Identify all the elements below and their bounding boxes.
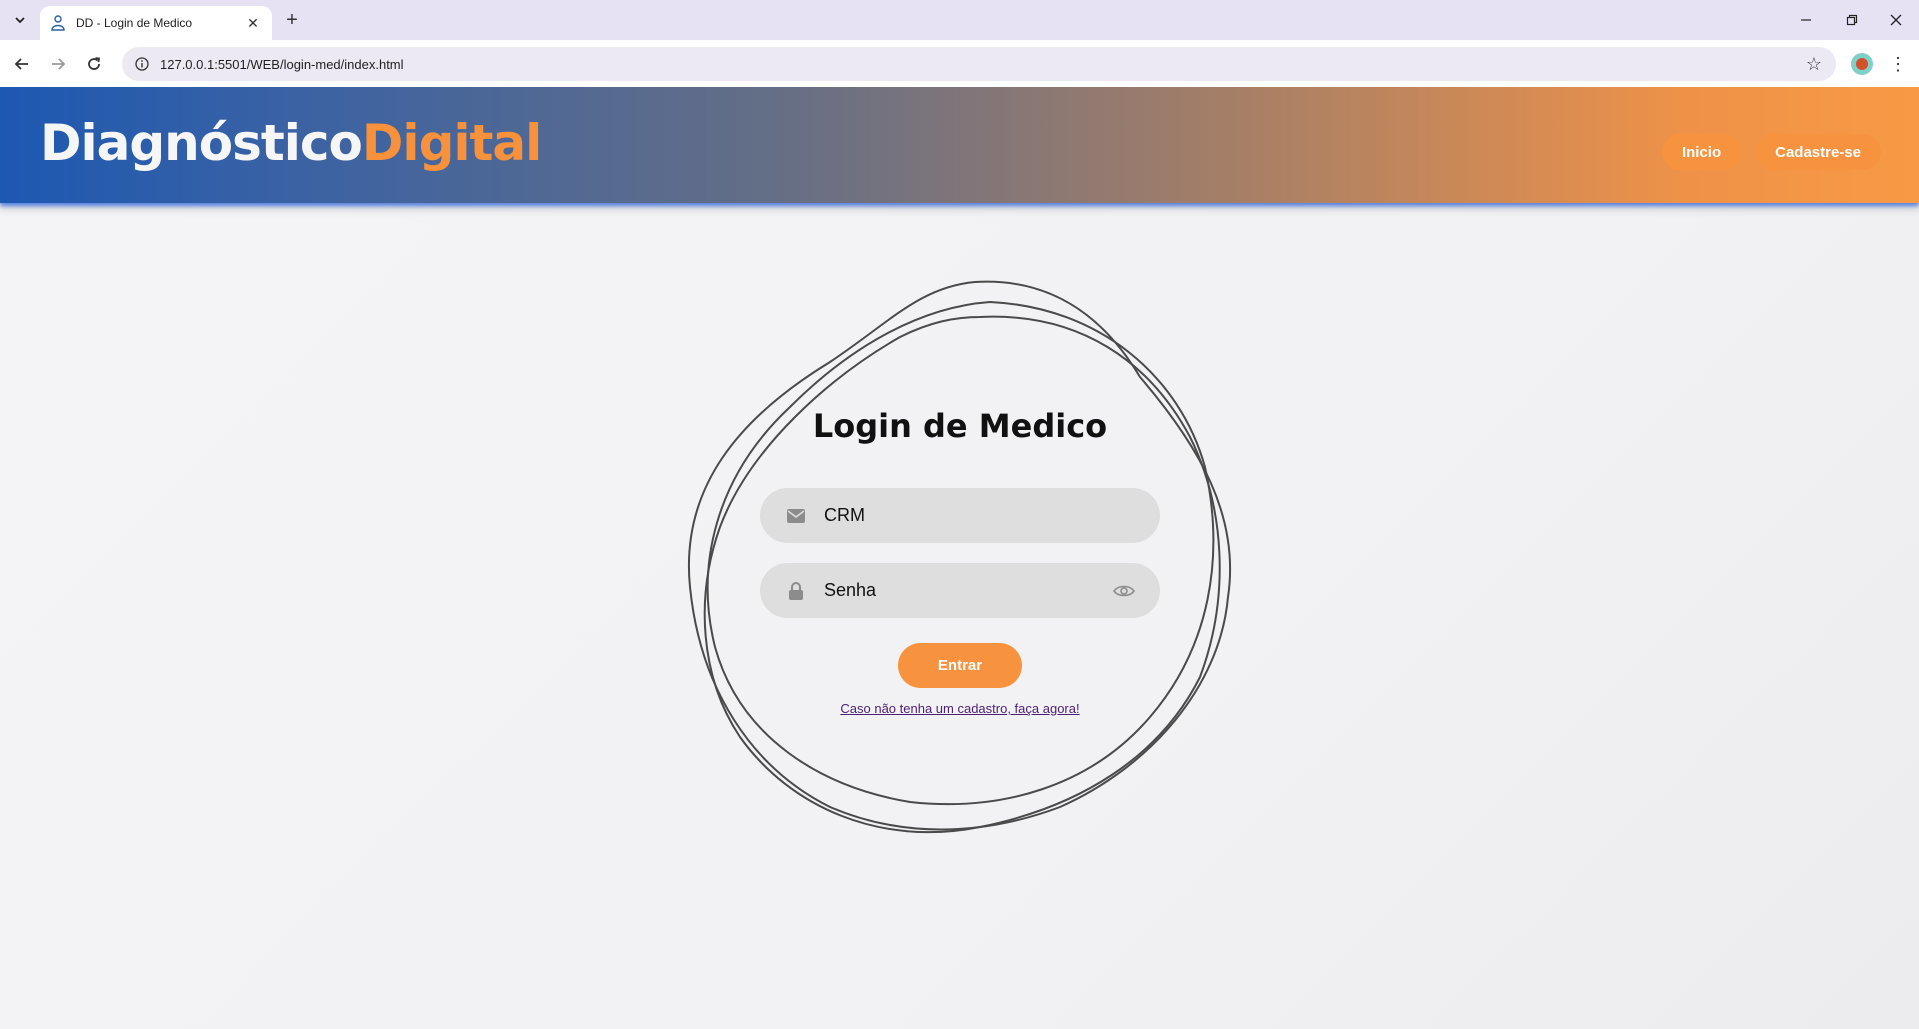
lock-icon: [786, 581, 806, 601]
profile-avatar-icon[interactable]: [1851, 53, 1873, 75]
forward-arrow-icon[interactable]: [44, 50, 72, 78]
header-nav: Inicio Cadastre-se: [1661, 134, 1881, 170]
logo-text-digital: Digital: [361, 114, 542, 172]
nav-signup-button[interactable]: Cadastre-se: [1755, 134, 1881, 170]
tab-title: DD - Login de Medico: [76, 16, 193, 30]
bookmark-star-icon[interactable]: ☆: [1800, 50, 1828, 78]
nav-home-button[interactable]: Inicio: [1661, 134, 1742, 170]
envelope-icon: [786, 506, 806, 526]
toggle-password-eye-icon[interactable]: [1112, 579, 1136, 603]
address-bar[interactable]: 127.0.0.1:5501/WEB/login-med/index.html: [122, 47, 1836, 81]
tab-search-chevron-icon[interactable]: [8, 8, 32, 32]
new-tab-button[interactable]: +: [280, 8, 304, 32]
site-info-icon[interactable]: [134, 56, 150, 72]
close-window-icon[interactable]: [1873, 0, 1919, 40]
login-submit-button[interactable]: Entrar: [898, 643, 1022, 688]
browser-tabbar: DD - Login de Medico ✕ +: [0, 0, 1919, 40]
doctor-favicon-icon: [50, 15, 66, 31]
logo-text-diagnostico: Diagnóstico: [40, 114, 363, 172]
browser-tab[interactable]: DD - Login de Medico ✕: [40, 6, 272, 40]
password-input[interactable]: [824, 563, 1112, 618]
browser-menu-icon[interactable]: ⋮: [1886, 50, 1910, 78]
reload-icon[interactable]: [80, 50, 108, 78]
site-header: DiagnósticoDigital Inicio Cadastre-se: [0, 87, 1919, 203]
tab-close-icon[interactable]: ✕: [244, 14, 262, 32]
login-title: Login de Medico: [812, 407, 1108, 445]
decorative-scribble-rings: [687, 280, 1232, 834]
crm-field[interactable]: [760, 488, 1160, 543]
back-arrow-icon[interactable]: [8, 50, 36, 78]
url-text[interactable]: 127.0.0.1:5501/WEB/login-med/index.html: [160, 57, 404, 72]
minimize-icon[interactable]: [1783, 0, 1829, 40]
password-field[interactable]: [760, 563, 1160, 618]
signup-link[interactable]: Caso não tenha um cadastro, faça agora!: [760, 701, 1160, 716]
site-logo[interactable]: DiagnósticoDigital: [40, 113, 542, 173]
page-body: DiagnósticoDigital Inicio Cadastre-se Lo…: [0, 87, 1919, 1029]
restore-icon[interactable]: [1829, 0, 1875, 40]
crm-input[interactable]: [824, 488, 1136, 543]
